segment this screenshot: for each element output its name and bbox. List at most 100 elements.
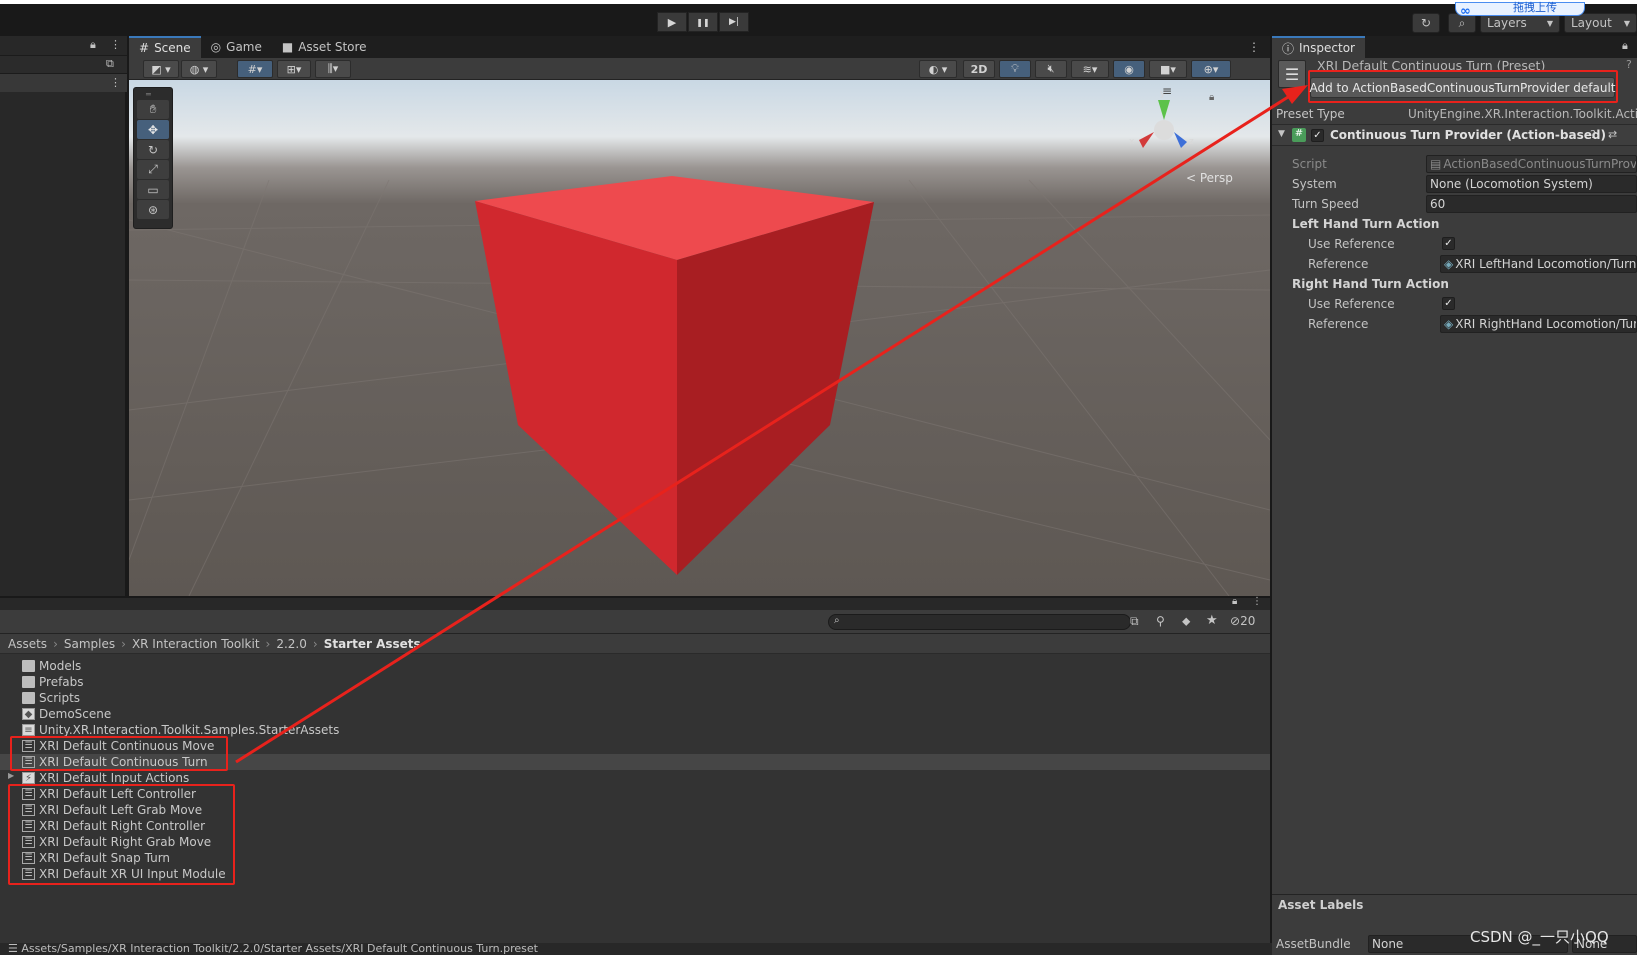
right-reference-field[interactable]: ◈ XRI RightHand Locomotion/Turr [1440,315,1637,333]
chevron-right-icon: › [312,636,318,651]
pause-button[interactable]: ❚❚ [688,12,718,32]
component-header[interactable]: ▼ # ✓ Continuous Turn Provider (Action-b… [1272,124,1637,146]
lock-icon[interactable]: 🔒︎ [90,38,96,52]
lighting-toggle[interactable]: 💡︎ [999,60,1031,78]
tab-label: Asset Store [298,40,367,54]
assetbundle-label: AssetBundle [1276,937,1351,951]
move-tool[interactable]: ✥ [137,120,169,139]
left-hand-header[interactable]: Left Hand Turn Action [1272,214,1637,234]
component-name: Continuous Turn Provider (Action-based) [1330,128,1606,142]
gamepad-icon: ◎ [210,40,222,54]
lock-icon[interactable]: 🔒︎ [1232,596,1237,607]
file-name: Models [39,659,82,673]
play-button[interactable]: ▶ [657,12,687,32]
left-use-reference-checkbox[interactable]: ✓ [1442,237,1455,250]
store-icon: ■ [281,40,294,54]
lock-icon[interactable]: 🔒︎ [1622,39,1628,53]
effects-dropdown[interactable]: ≋▾ [1071,60,1109,78]
asset-labels-bar[interactable]: Asset Labels [1272,894,1637,916]
kebab-menu-icon[interactable]: ⋮ [110,38,121,51]
field-right-reference: Reference ◈ XRI RightHand Locomotion/Turr [1272,314,1637,334]
breadcrumb-item[interactable]: 2.2.0 [276,637,307,651]
kebab-menu-icon[interactable]: ⋮ [1248,36,1260,58]
kebab-menu-icon[interactable]: ⋮ [1252,596,1262,607]
chevron-right-icon: › [265,636,271,651]
breadcrumb-item[interactable]: Starter Assets [324,637,421,651]
turn-speed-input[interactable]: 60 [1426,195,1637,213]
left-reference-field[interactable]: ◈ XRI LeftHand Locomotion/Turn [1440,255,1637,273]
hierarchy-row[interactable]: ⋮ [0,74,127,92]
lock-icon[interactable]: 🔒︎ [1209,92,1214,103]
right-hand-header[interactable]: Right Hand Turn Action [1272,274,1637,294]
breadcrumb-item[interactable]: Samples [64,637,115,651]
breadcrumb-item[interactable]: Assets [8,637,47,651]
history-icon: ↻ [1420,16,1432,30]
hidden-packages-toggle[interactable]: ⊘20 [1230,614,1255,628]
2d-label: 2D [970,62,988,76]
field-left-reference: Reference ◈ XRI LeftHand Locomotion/Turn [1272,254,1637,274]
rotate-icon: ↻ [147,142,159,157]
draw-mode-dropdown[interactable]: ◩ ▾ [143,60,179,78]
rotate-tool[interactable]: ↻ [137,140,169,159]
eye-hidden-icon: ⊘ [1230,614,1241,628]
list-item[interactable]: Prefabs [0,674,1270,690]
field-label: Use Reference [1308,297,1395,311]
list-item[interactable]: ◆ DemoScene [0,706,1270,722]
component-enabled-checkbox[interactable]: ✓ [1311,129,1324,142]
visibility-toggle[interactable]: ◉ [1113,60,1145,78]
audio-mute-icon: 🔇︎ [1047,62,1055,75]
gizmos-dropdown[interactable]: ⊕▾ [1191,60,1231,78]
layout-label: Layout [1571,16,1612,30]
camera-dropdown[interactable]: ■▾ [1149,60,1187,78]
tab-asset-store[interactable]: ■ Asset Store [272,36,377,58]
scale-tool[interactable]: ⤢ [137,160,169,179]
foldout-arrow-icon[interactable]: ▼ [1278,129,1285,139]
inspector-panel: ⓘ Inspector 🔒︎ ☰ XRI Default Continuous T… [1272,36,1637,955]
breadcrumb-item[interactable]: XR Interaction Toolkit [132,637,260,651]
shaded-icon: ◩ ▾ [151,62,171,76]
align-dropdown[interactable]: ⫼▾ [315,60,351,78]
snap-icon: ⊞▾ [286,62,302,76]
system-object-field[interactable]: None (Locomotion System) [1426,175,1637,193]
info-icon: ⓘ [1282,41,1295,56]
settings-icon[interactable]: ⇄ [1608,128,1617,141]
filter-type-icon[interactable]: ⚲ [1156,614,1165,628]
label-tag-icon[interactable]: ⬥ [1182,614,1190,629]
audio-toggle[interactable]: 🔇︎ [1035,60,1067,78]
hand-tool[interactable]: ✋︎ [137,100,169,119]
rect-tool[interactable]: ▭ [137,180,169,199]
project-search-input[interactable]: ⌕ [828,614,1131,630]
right-use-reference-checkbox[interactable]: ✓ [1442,297,1455,310]
hierarchy-search[interactable]: ⧉ [0,56,127,74]
favorite-star-icon[interactable]: ★ [1206,613,1218,628]
list-item[interactable]: Scripts [0,690,1270,706]
layout-dropdown[interactable]: Layout ▼ [1564,13,1637,33]
scene-viewport[interactable]: y x z ═ ✋︎ ✥ ↻ ⤢ ▭ ⊛ ≡ 🔒︎ < Persp [129,80,1270,596]
global-local-dropdown[interactable]: ◍ ▾ [181,60,217,78]
tab-scene[interactable]: # Scene [129,36,201,58]
menu-lines-icon[interactable]: ≡ [1162,84,1172,98]
drag-handle[interactable]: ═ [146,90,151,99]
list-item[interactable]: Models [0,658,1270,674]
script-icon: # [1292,128,1306,142]
step-button[interactable]: ▶| [719,12,749,32]
add-to-default-button[interactable]: Add to ActionBasedContinuousTurnProvider… [1310,77,1616,98]
shading-mode-dropdown[interactable]: ◐ ▾ [919,60,957,78]
upload-badge[interactable]: 拖拽上传 [1455,2,1585,16]
tab-inspector[interactable]: ⓘ Inspector [1272,36,1365,58]
expand-arrow-icon[interactable]: ▶ [8,771,14,780]
layers-dropdown[interactable]: Layers ▼ [1480,13,1560,33]
search-filter-icon[interactable]: ⧉ [1130,614,1139,629]
input-action-icon: ◈ [1444,317,1454,331]
help-icon[interactable]: ? [1626,58,1632,71]
kebab-menu-icon[interactable]: ⋮ [110,76,121,89]
history-button[interactable]: ↻ [1412,13,1440,33]
search-filter-icon[interactable]: ⧉ [106,57,114,71]
transform-tool[interactable]: ⊛ [137,200,169,219]
snap-increment-dropdown[interactable]: ⊞▾ [277,60,311,78]
help-icon[interactable]: ? [1590,128,1596,141]
tab-game[interactable]: ◎ Game [201,36,272,58]
persp-label[interactable]: < Persp [1186,171,1233,185]
grid-snap-dropdown[interactable]: #▾ [237,60,273,78]
2d-toggle[interactable]: 2D [963,60,995,78]
